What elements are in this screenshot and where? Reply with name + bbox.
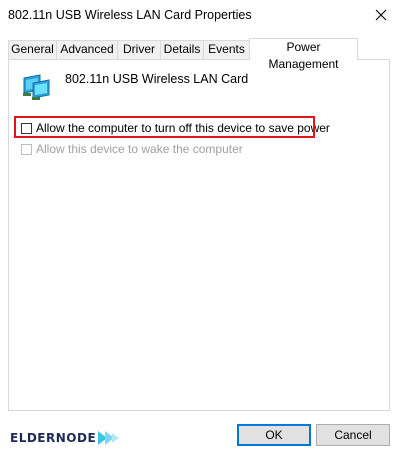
highlight-box (14, 116, 315, 138)
allow-wake-label: Allow this device to wake the computer (36, 142, 243, 156)
logo-text: ELDERNODE (10, 431, 97, 445)
tab-events[interactable]: Events (203, 40, 250, 59)
tab-driver[interactable]: Driver (117, 40, 161, 59)
tab-panel (8, 59, 390, 411)
network-adapter-icon (22, 74, 52, 103)
tab-general[interactable]: General (8, 40, 57, 59)
close-button[interactable] (364, 0, 398, 30)
allow-wake-checkbox[interactable] (21, 143, 32, 155)
eldernode-logo: ELDERNODE (10, 431, 120, 445)
title-bar: 802.11n USB Wireless LAN Card Properties (0, 0, 398, 32)
ok-button[interactable]: OK (237, 424, 311, 446)
window-title: 802.11n USB Wireless LAN Card Properties (8, 8, 252, 22)
device-name: 802.11n USB Wireless LAN Card (65, 72, 249, 86)
tab-strip: General Advanced Driver Details Events P… (8, 38, 390, 71)
tab-details[interactable]: Details (160, 40, 204, 59)
tab-advanced[interactable]: Advanced (56, 40, 118, 59)
logo-arrow-icon (98, 431, 120, 445)
close-icon (375, 9, 387, 21)
allow-wake-option[interactable]: Allow this device to wake the computer (21, 142, 243, 156)
tab-power-management[interactable]: Power Management (249, 38, 358, 71)
cancel-button[interactable]: Cancel (316, 424, 390, 446)
